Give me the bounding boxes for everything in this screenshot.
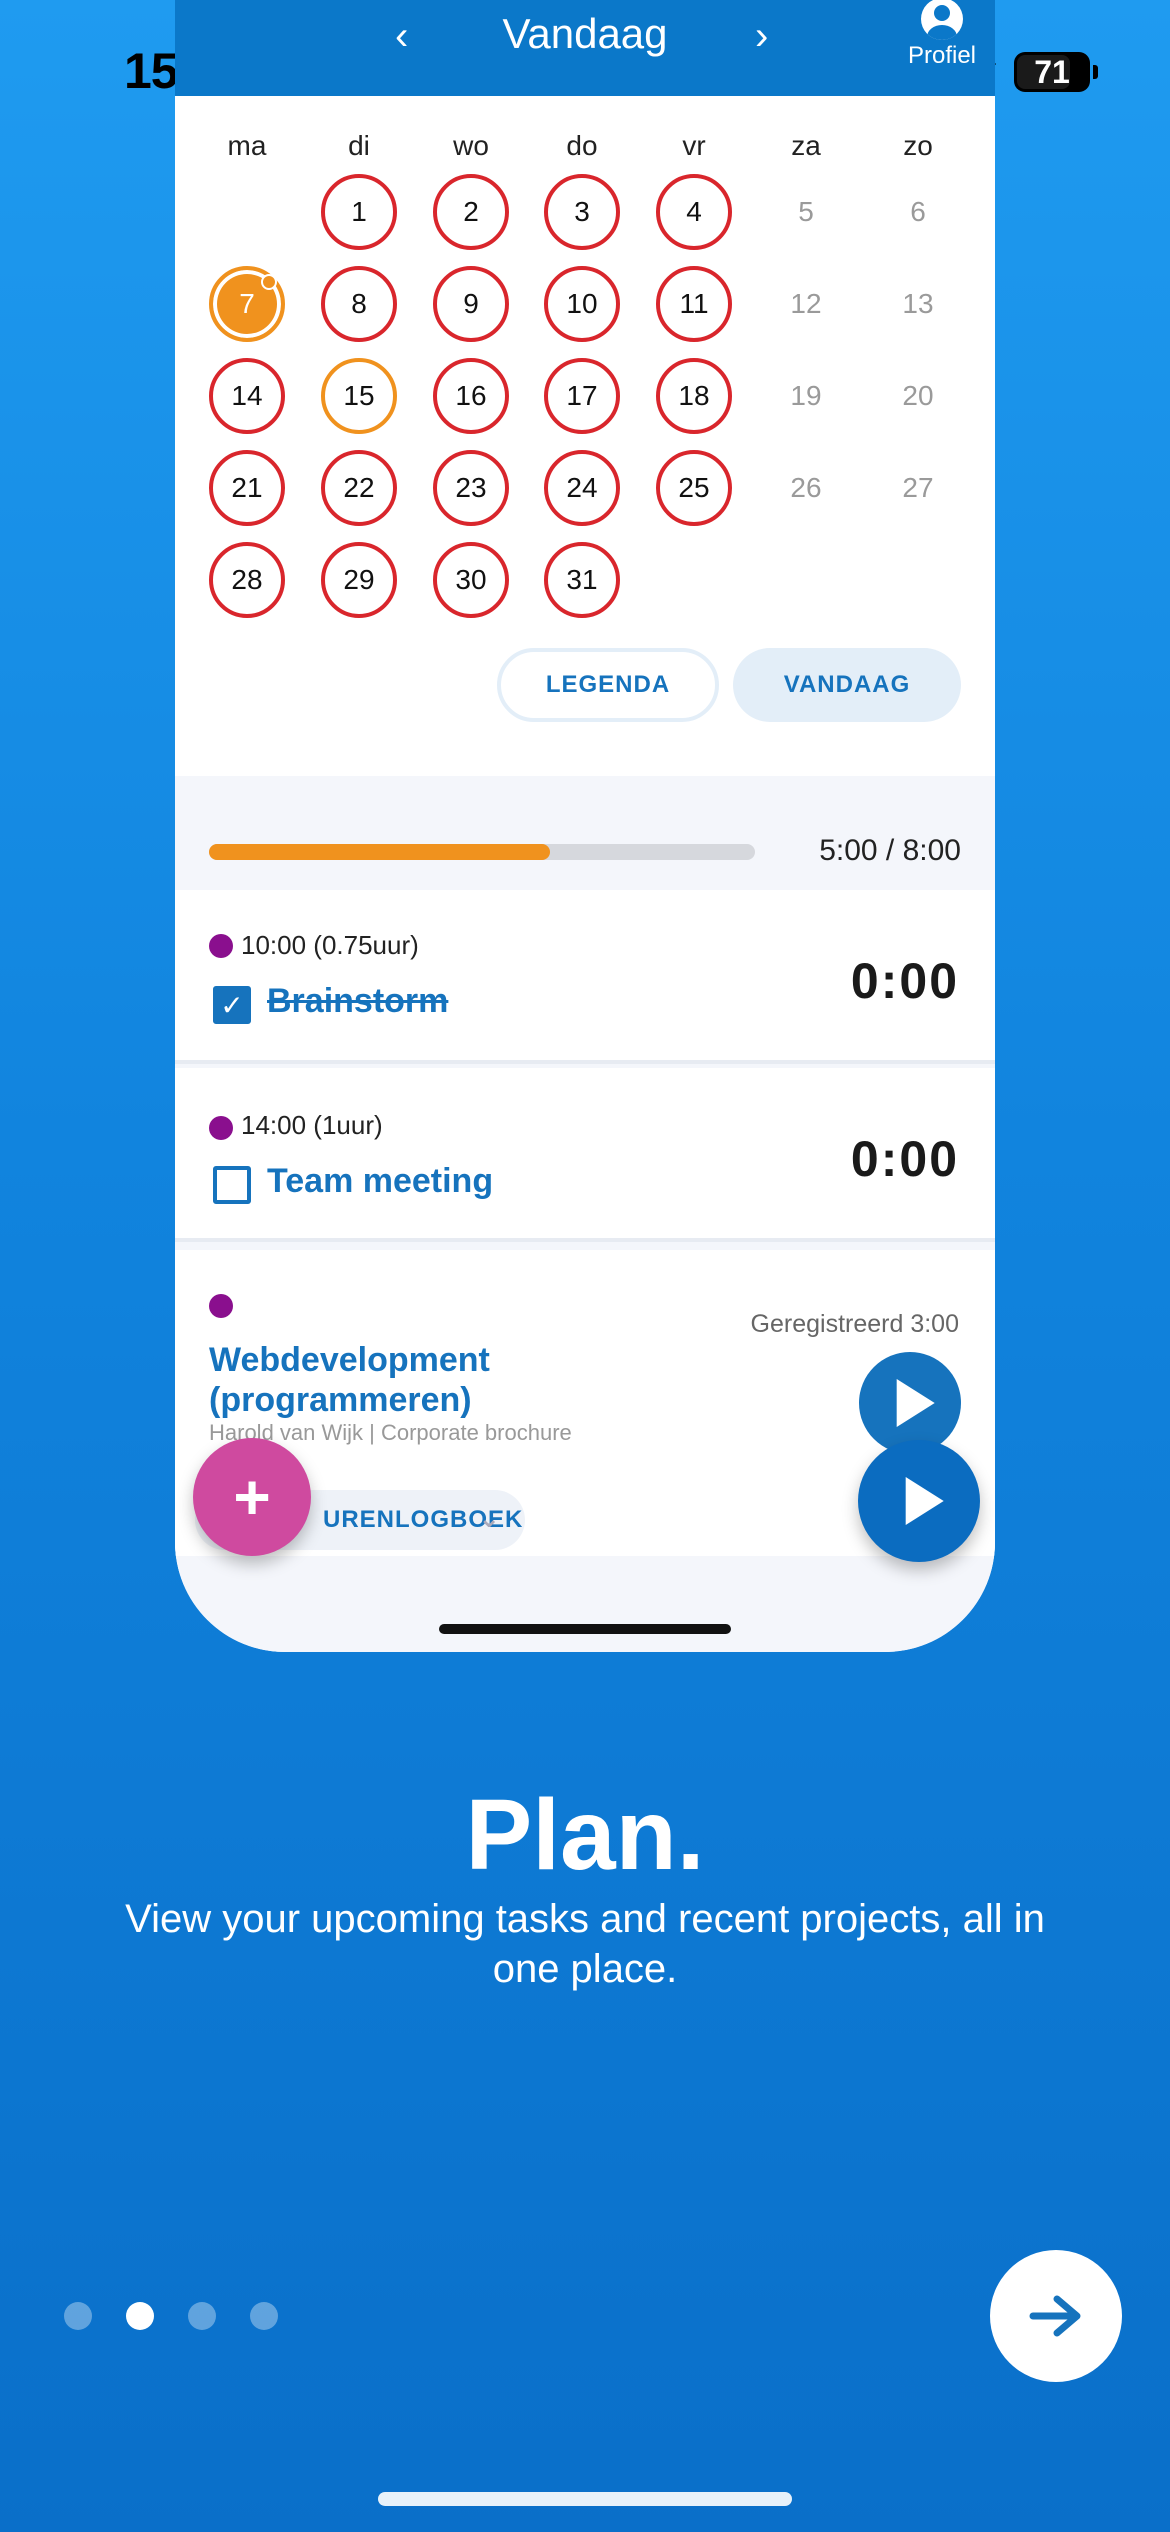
weekday-label: ma [227, 130, 267, 161]
weekday-label: di [348, 130, 370, 161]
page-dot[interactable] [188, 2302, 216, 2330]
calendar-day[interactable]: 1 [321, 174, 397, 250]
calendar-day[interactable]: 18 [656, 358, 732, 434]
battery-level: 71 [1034, 53, 1070, 90]
project-title[interactable]: Webdevelopment (programmeren) [209, 1340, 629, 1420]
task-title[interactable]: Team meeting [267, 1162, 493, 1201]
phone-home-indicator [439, 1624, 731, 1634]
plus-icon[interactable]: + [193, 1438, 311, 1556]
task-time: 10:00 (0.75uur) [241, 930, 419, 960]
chevron-down-icon: ⌄ [478, 1503, 501, 1533]
page-dot[interactable] [250, 2302, 278, 2330]
calendar-day[interactable]: 27 [880, 450, 956, 526]
weekday-label: zo [903, 130, 933, 161]
app-header: ‹ Vandaag › Profiel [175, 0, 995, 96]
task-color-dot [209, 1116, 233, 1140]
onboarding-headline: Plan. [465, 1779, 705, 1891]
calendar-day[interactable]: 12 [768, 266, 844, 342]
arrow-right-icon [1029, 2295, 1081, 2337]
calendar-day[interactable]: 10 [544, 266, 620, 342]
project-color-dot [209, 1294, 233, 1318]
calendar-day[interactable]: 9 [433, 266, 509, 342]
calendar-day[interactable]: 16 [433, 358, 509, 434]
calendar-day[interactable]: 14 [209, 358, 285, 434]
play-icon[interactable] [859, 1352, 961, 1454]
task-row[interactable]: 14:00 (1uur) Team meeting 0:00 [175, 1068, 995, 1242]
calendar-day[interactable]: 17 [544, 358, 620, 434]
month-calendar: ma di wo do vr za zo 1 2 3 4 5 6 7 8 9 1… [175, 96, 995, 776]
task-color-dot [209, 934, 233, 958]
calendar-day[interactable]: 5 [768, 174, 844, 250]
onboarding-subline: View your upcoming tasks and recent proj… [125, 1897, 1045, 1991]
calendar-day[interactable]: 28 [209, 542, 285, 618]
calendar-day[interactable]: 2 [433, 174, 509, 250]
calendar-day[interactable]: 29 [321, 542, 397, 618]
calendar-day[interactable]: 3 [544, 174, 620, 250]
progress-fill [209, 844, 551, 860]
weekday-label: vr [682, 130, 706, 161]
play-icon[interactable] [858, 1440, 980, 1562]
calendar-day[interactable]: 13 [880, 266, 956, 342]
task-time: 14:00 (1uur) [241, 1110, 383, 1140]
calendar-day[interactable]: 20 [880, 358, 956, 434]
calendar-day[interactable]: 23 [433, 450, 509, 526]
header-title: Vandaag [502, 10, 668, 57]
calendar-day[interactable]: 24 [544, 450, 620, 526]
next-day-button[interactable]: › [755, 14, 768, 59]
calendar-day-today[interactable]: 7 [209, 266, 285, 342]
project-registered: Geregistreerd 3:00 [750, 1310, 959, 1338]
phone-mockup: ‹ Vandaag › Profiel ma di wo do vr za zo… [175, 0, 995, 1652]
home-indicator [378, 2492, 792, 2506]
weekday-label: do [566, 130, 598, 161]
calendar-day[interactable]: 22 [321, 450, 397, 526]
page-dot-active[interactable] [126, 2302, 154, 2330]
task-title[interactable]: Brainstorm [267, 982, 448, 1021]
task-checkbox[interactable] [213, 1166, 251, 1204]
calendar-day[interactable]: 8 [321, 266, 397, 342]
next-button[interactable] [990, 2250, 1122, 2382]
calendar-day[interactable]: 15 [321, 358, 397, 434]
day-overview: 5:00 / 8:00 10:00 (0.75uur) ✓ Brainstorm… [175, 776, 995, 1652]
calendar-day[interactable]: 25 [656, 450, 732, 526]
page-dot[interactable] [64, 2302, 92, 2330]
page-indicator [64, 2302, 278, 2330]
calendar-day[interactable]: 4 [656, 174, 732, 250]
calendar-day[interactable]: 21 [209, 450, 285, 526]
battery-icon: 71 [1014, 52, 1098, 92]
task-timer: 0:00 [850, 1131, 959, 1187]
calendar-day[interactable]: 6 [880, 174, 956, 250]
weekday-label: wo [453, 130, 489, 161]
calendar-day[interactable]: 26 [768, 450, 844, 526]
task-row[interactable]: 10:00 (0.75uur) ✓ Brainstorm 0:00 [175, 890, 995, 1064]
task-timer: 0:00 [850, 953, 959, 1009]
today-button[interactable]: VANDAAG [733, 648, 961, 722]
progress-text: 5:00 / 8:00 [819, 834, 961, 867]
user-circle-icon [921, 0, 963, 40]
calendar-day[interactable]: 31 [544, 542, 620, 618]
task-checkbox[interactable]: ✓ [213, 986, 251, 1024]
profile-button[interactable]: Profiel [907, 0, 977, 70]
calendar-day[interactable]: 11 [656, 266, 732, 342]
weekday-label: za [791, 130, 821, 161]
progress-bar [209, 844, 755, 860]
calendar-day[interactable]: 30 [433, 542, 509, 618]
hours-progress: 5:00 / 8:00 [175, 776, 995, 890]
legend-button[interactable]: LEGENDA [497, 648, 719, 722]
calendar-day[interactable]: 19 [768, 358, 844, 434]
profile-label: Profiel [907, 42, 977, 69]
